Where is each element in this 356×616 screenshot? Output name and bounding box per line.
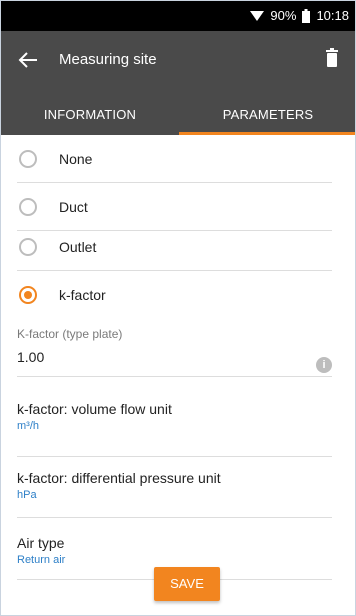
battery-percent: 90% xyxy=(270,8,297,23)
page-title: Measuring site xyxy=(59,51,157,68)
tab-information[interactable]: INFORMATION xyxy=(1,95,179,135)
radio-button[interactable] xyxy=(19,149,37,168)
item-title: k-factor: volume flow unit xyxy=(17,401,172,417)
wifi-icon xyxy=(250,10,265,21)
k-factor-field[interactable]: K-factor (type plate) 1.00 i xyxy=(17,327,332,377)
option-label: k-factor xyxy=(59,287,106,303)
back-arrow-icon[interactable] xyxy=(17,49,39,71)
tab-bar: INFORMATION PARAMETERS xyxy=(1,95,355,135)
delete-icon[interactable] xyxy=(321,47,343,69)
option-k-factor[interactable]: k-factor xyxy=(17,271,332,319)
clock: 10:18 xyxy=(316,8,349,23)
differential-pressure-unit-item[interactable]: k-factor: differential pressure unit hPa xyxy=(17,470,332,518)
k-factor-value[interactable]: 1.00 xyxy=(17,349,332,365)
status-right: 90% 10:18 xyxy=(250,8,349,23)
option-label: Duct xyxy=(59,198,88,215)
item-value: Return air xyxy=(17,554,66,566)
field-label: K-factor (type plate) xyxy=(17,327,123,341)
item-value: hPa xyxy=(17,489,37,501)
volume-flow-unit-item[interactable]: k-factor: volume flow unit m³/h xyxy=(17,401,332,457)
item-value: m³/h xyxy=(17,420,39,432)
option-label: None xyxy=(59,150,93,167)
item-title: k-factor: differential pressure unit xyxy=(17,470,221,486)
radio-button-selected[interactable] xyxy=(19,286,37,304)
battery-icon xyxy=(302,8,311,23)
option-none[interactable]: None xyxy=(17,135,332,183)
status-bar: 90% 10:18 xyxy=(1,1,355,31)
info-icon[interactable]: i xyxy=(316,357,332,373)
item-title: Air type xyxy=(17,535,65,551)
app-frame: 90% 10:18 Measuring site INFORMATION PAR… xyxy=(0,0,356,616)
save-button[interactable]: SAVE xyxy=(154,567,220,601)
app-bar: Measuring site INFORMATION PARAMETERS xyxy=(1,31,355,135)
tab-parameters[interactable]: PARAMETERS xyxy=(179,95,355,135)
option-outlet[interactable]: Outlet xyxy=(17,223,332,271)
radio-button[interactable] xyxy=(19,197,37,216)
radio-button[interactable] xyxy=(19,237,37,256)
option-label: Outlet xyxy=(59,238,97,255)
